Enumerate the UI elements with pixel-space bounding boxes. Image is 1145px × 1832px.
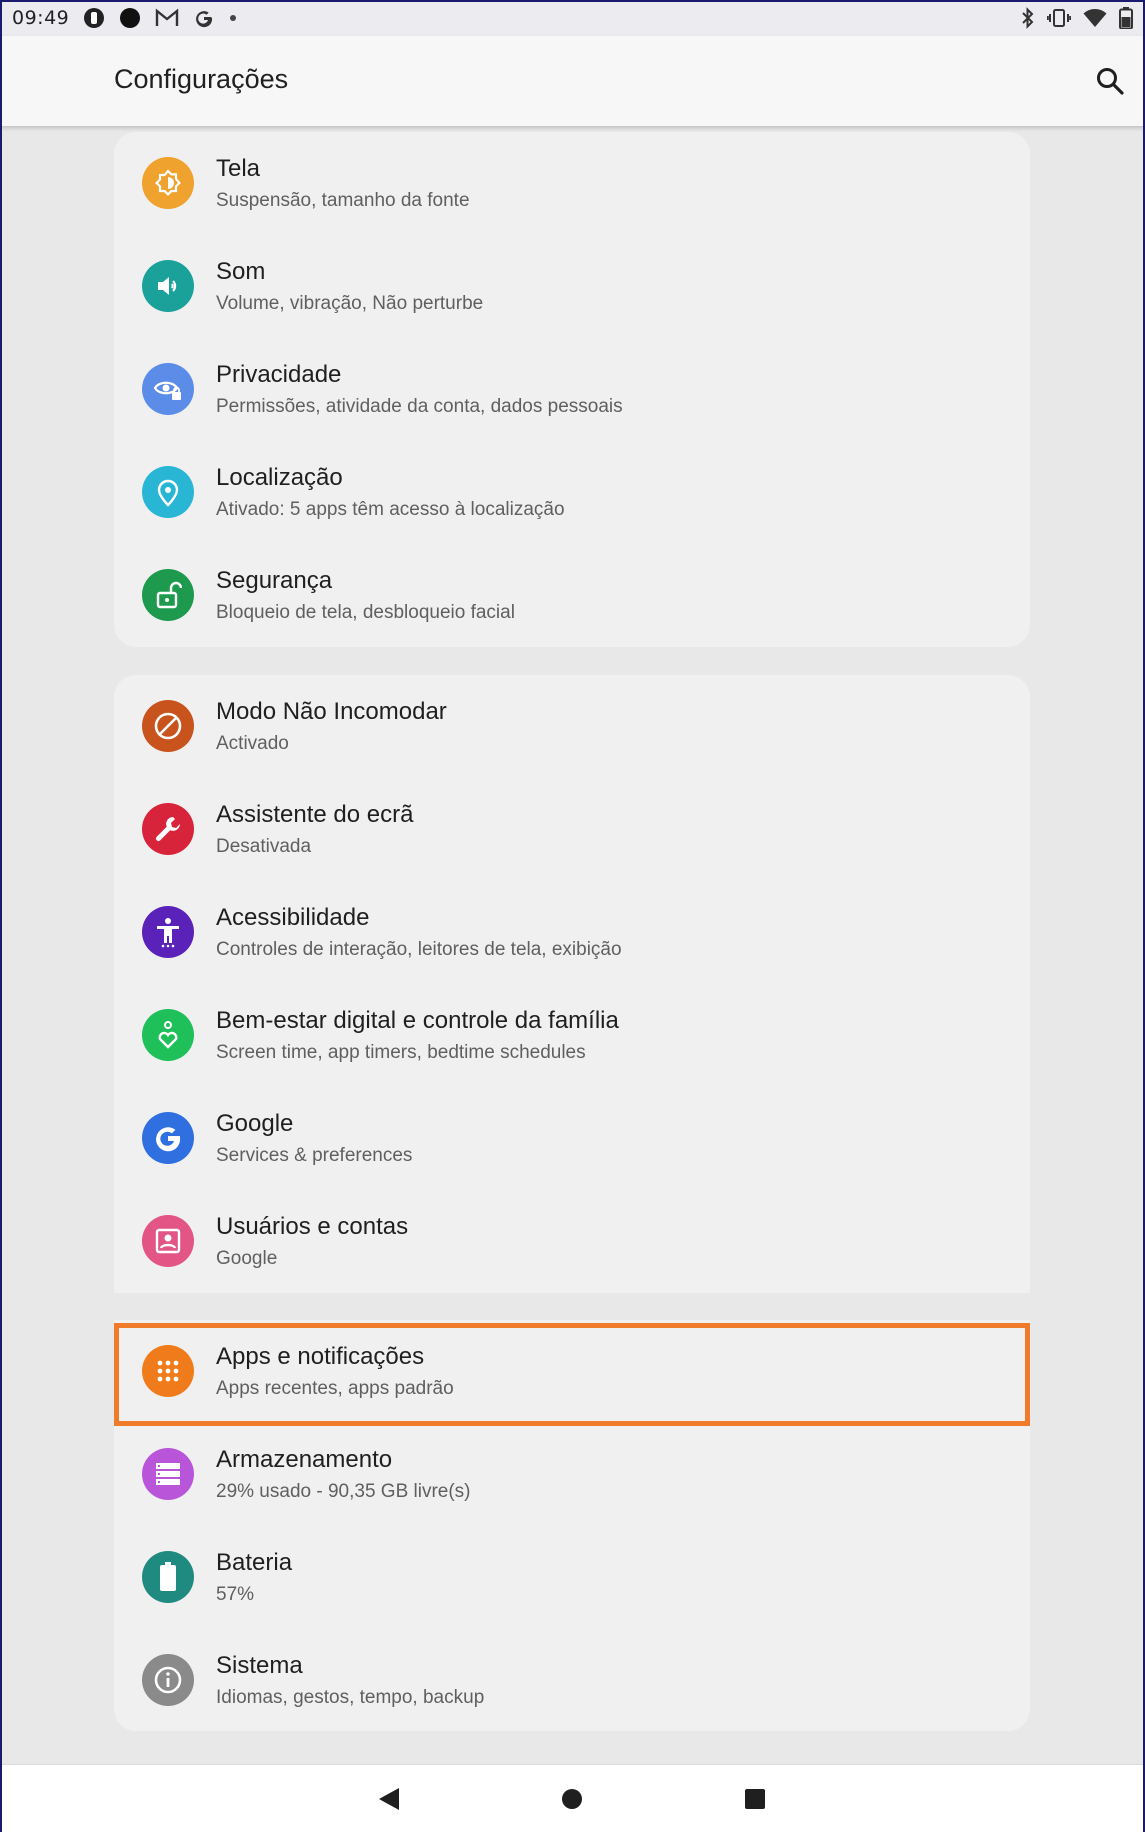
info-icon xyxy=(142,1654,194,1706)
dot-icon xyxy=(229,14,237,22)
navigation-bar xyxy=(0,1764,1145,1832)
back-icon xyxy=(379,1788,399,1810)
item-title: Acessibilidade xyxy=(216,904,370,931)
search-button[interactable] xyxy=(1094,65,1126,97)
vibrate-icon xyxy=(1047,8,1071,28)
page-title: Configurações xyxy=(114,64,289,94)
settings-item-localizacao[interactable]: Localização Ativado: 5 apps têm acesso à… xyxy=(114,441,1030,544)
item-title: Tela xyxy=(216,155,261,182)
gmail-icon xyxy=(155,8,179,28)
item-title: Usuários e contas xyxy=(216,1213,409,1240)
status-bar: 09:49 xyxy=(0,0,1145,36)
settings-item-tela[interactable]: Tela Suspensão, tamanho da fonte xyxy=(114,132,1030,235)
account-box-icon xyxy=(142,1215,194,1267)
google-g-icon xyxy=(142,1112,194,1164)
item-subtitle: 29% usado - 90,35 GB livre(s) xyxy=(216,1481,471,1502)
item-title: Som xyxy=(216,258,266,285)
recents-button[interactable] xyxy=(741,1785,769,1813)
item-subtitle: Permissões, atividade da conta, dados pe… xyxy=(216,396,623,417)
settings-item-armazenamento[interactable]: Armazenamento 29% usado - 90,35 GB livre… xyxy=(114,1423,1030,1526)
item-title: Apps e notificações xyxy=(216,1343,425,1370)
settings-group-2: Modo Não Incomodar Activado Assistente d… xyxy=(114,675,1030,1293)
item-title: Localização xyxy=(216,464,343,491)
item-title: Segurança xyxy=(216,567,333,594)
volume-icon xyxy=(142,260,194,312)
back-button[interactable] xyxy=(375,1785,403,1813)
item-subtitle: Volume, vibração, Não perturbe xyxy=(216,293,484,314)
item-title: Bateria xyxy=(216,1549,293,1576)
item-subtitle: Google xyxy=(216,1248,278,1269)
item-title: Modo Não Incomodar xyxy=(216,698,447,725)
app-bar: Configurações xyxy=(0,36,1145,126)
wellbeing-heart-icon xyxy=(142,1009,194,1061)
item-subtitle: Services & preferences xyxy=(216,1145,413,1166)
settings-item-privacidade[interactable]: Privacidade Permissões, atividade da con… xyxy=(114,338,1030,441)
wifi-icon xyxy=(1083,8,1107,28)
item-subtitle: Ativado: 5 apps têm acesso à localização xyxy=(216,499,565,520)
battery-icon xyxy=(1119,7,1133,29)
search-icon xyxy=(1097,68,1124,95)
settings-item-nao-incomodar[interactable]: Modo Não Incomodar Activado xyxy=(114,675,1030,778)
sim-icon xyxy=(83,7,105,29)
settings-item-google[interactable]: Google Services & preferences xyxy=(114,1087,1030,1190)
item-subtitle: 57% xyxy=(216,1584,255,1605)
location-pin-icon xyxy=(142,466,194,518)
settings-item-assistente[interactable]: Assistente do ecrã Desativada xyxy=(114,778,1030,881)
home-icon xyxy=(562,1789,582,1809)
bluetooth-icon xyxy=(1021,7,1035,29)
status-time: 09:49 xyxy=(12,7,70,29)
storage-icon xyxy=(142,1448,194,1500)
item-title: Armazenamento xyxy=(216,1446,393,1473)
battery-full-icon xyxy=(142,1551,194,1603)
item-title: Sistema xyxy=(216,1652,303,1679)
home-button[interactable] xyxy=(558,1785,586,1813)
item-subtitle: Activado xyxy=(216,733,289,754)
settings-item-bateria[interactable]: Bateria 57% xyxy=(114,1526,1030,1629)
settings-item-sistema[interactable]: Sistema Idiomas, gestos, tempo, backup xyxy=(114,1629,1030,1732)
item-title: Assistente do ecrã xyxy=(216,801,414,828)
settings-item-som[interactable]: Som Volume, vibração, Não perturbe xyxy=(114,235,1030,338)
settings-group-1: Tela Suspensão, tamanho da fonte Som Vol… xyxy=(114,132,1030,647)
settings-item-usuarios[interactable]: Usuários e contas Google xyxy=(114,1190,1030,1293)
recents-icon xyxy=(745,1789,765,1809)
do-not-disturb-icon xyxy=(142,700,194,752)
item-subtitle: Screen time, app timers, bedtime schedul… xyxy=(216,1042,586,1063)
item-title: Bem-estar digital e controle da família xyxy=(216,1007,619,1034)
wrench-icon xyxy=(142,803,194,855)
circle-icon xyxy=(119,7,141,29)
item-title: Google xyxy=(216,1110,294,1137)
settings-item-seguranca[interactable]: Segurança Bloqueio de tela, desbloqueio … xyxy=(114,544,1030,647)
item-subtitle: Controles de interação, leitores de tela… xyxy=(216,939,622,960)
privacy-eye-icon xyxy=(142,363,194,415)
brightness-icon xyxy=(142,157,194,209)
item-subtitle: Apps recentes, apps padrão xyxy=(216,1378,454,1399)
settings-group-3: Apps e notificações Apps recentes, apps … xyxy=(114,1320,1030,1731)
apps-grid-icon xyxy=(142,1345,194,1397)
item-subtitle: Idiomas, gestos, tempo, backup xyxy=(216,1687,485,1708)
item-title: Privacidade xyxy=(216,361,342,388)
settings-item-apps[interactable]: Apps e notificações Apps recentes, apps … xyxy=(114,1320,1030,1423)
accessibility-icon xyxy=(142,906,194,958)
item-subtitle: Suspensão, tamanho da fonte xyxy=(216,190,470,211)
item-subtitle: Desativada xyxy=(216,836,312,857)
settings-item-acessibilidade[interactable]: Acessibilidade Controles de interação, l… xyxy=(114,881,1030,984)
settings-item-bem-estar[interactable]: Bem-estar digital e controle da família … xyxy=(114,984,1030,1087)
google-icon xyxy=(193,7,215,29)
lock-open-icon xyxy=(142,569,194,621)
item-subtitle: Bloqueio de tela, desbloqueio facial xyxy=(216,602,515,623)
